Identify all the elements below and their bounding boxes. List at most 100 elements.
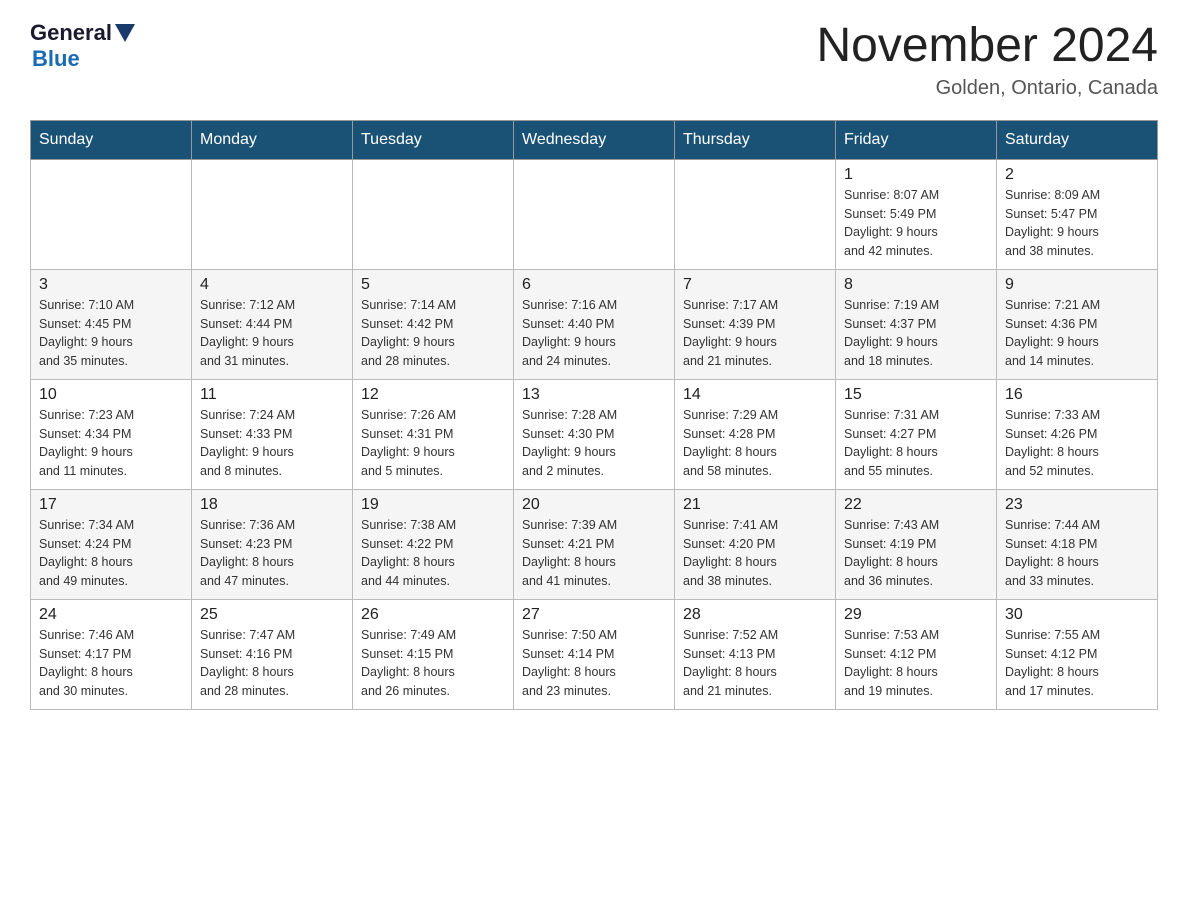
day-number: 1 [844, 166, 988, 184]
logo-general-text: General [30, 20, 112, 46]
day-number: 29 [844, 606, 988, 624]
day-info: Sunrise: 7:47 AMSunset: 4:16 PMDaylight:… [200, 626, 344, 701]
day-info: Sunrise: 7:16 AMSunset: 4:40 PMDaylight:… [522, 296, 666, 371]
calendar-cell: 24Sunrise: 7:46 AMSunset: 4:17 PMDayligh… [31, 599, 192, 709]
day-info: Sunrise: 7:46 AMSunset: 4:17 PMDaylight:… [39, 626, 183, 701]
calendar-cell: 2 Sunrise: 8:09 AMSunset: 5:47 PMDaylight… [997, 159, 1158, 269]
logo-blue-text: Blue [32, 46, 80, 72]
day-number: 9 [1005, 276, 1149, 294]
day-info: Sunrise: 7:31 AMSunset: 4:27 PMDaylight:… [844, 406, 988, 481]
calendar-cell: 10 Sunrise: 7:23 AMSunset: 4:34 PMDayligh… [31, 379, 192, 489]
calendar-cell: 22 Sunrise: 7:43 AMSunset: 4:19 PMDayligh… [836, 489, 997, 599]
calendar-cell [353, 159, 514, 269]
title-area: November 2024 Golden, Ontario, Canada [816, 20, 1158, 100]
day-number: 7 [683, 276, 827, 294]
day-number: 30 [1005, 606, 1149, 624]
calendar-cell [514, 159, 675, 269]
page-header: General Blue November 2024 Golden, Ontar… [30, 20, 1158, 100]
calendar-cell: 17 Sunrise: 7:34 AMSunset: 4:24 PMDayligh… [31, 489, 192, 599]
calendar-week-row: 17 Sunrise: 7:34 AMSunset: 4:24 PMDayligh… [31, 489, 1158, 599]
day-info: Sunrise: 7:34 AMSunset: 4:24 PMDaylight:… [39, 516, 183, 591]
calendar-cell: 13 Sunrise: 7:28 AMSunset: 4:30 PMDayligh… [514, 379, 675, 489]
calendar-cell: 26 Sunrise: 7:49 AMSunset: 4:15 PMDayligh… [353, 599, 514, 709]
column-header-wednesday: Wednesday [514, 120, 675, 159]
column-header-sunday: Sunday [31, 120, 192, 159]
calendar-header-row: SundayMondayTuesdayWednesdayThursdayFrid… [31, 120, 1158, 159]
day-number: 4 [200, 276, 344, 294]
column-header-friday: Friday [836, 120, 997, 159]
day-info: Sunrise: 7:28 AMSunset: 4:30 PMDaylight:… [522, 406, 666, 481]
calendar-cell: 15 Sunrise: 7:31 AMSunset: 4:27 PMDayligh… [836, 379, 997, 489]
day-info: Sunrise: 8:07 AMSunset: 5:49 PMDaylight:… [844, 186, 988, 261]
calendar-cell: 27 Sunrise: 7:50 AMSunset: 4:14 PMDayligh… [514, 599, 675, 709]
day-info: Sunrise: 7:23 AMSunset: 4:34 PMDaylight:… [39, 406, 183, 481]
day-number: 16 [1005, 386, 1149, 404]
day-info: Sunrise: 7:24 AMSunset: 4:33 PMDaylight:… [200, 406, 344, 481]
column-header-tuesday: Tuesday [353, 120, 514, 159]
day-info: Sunrise: 7:21 AMSunset: 4:36 PMDaylight:… [1005, 296, 1149, 371]
day-number: 18 [200, 496, 344, 514]
day-info: Sunrise: 7:50 AMSunset: 4:14 PMDaylight:… [522, 626, 666, 701]
day-info: Sunrise: 7:36 AMSunset: 4:23 PMDaylight:… [200, 516, 344, 591]
day-info: Sunrise: 7:19 AMSunset: 4:37 PMDaylight:… [844, 296, 988, 371]
calendar-cell: 25 Sunrise: 7:47 AMSunset: 4:16 PMDayligh… [192, 599, 353, 709]
day-number: 2 [1005, 166, 1149, 184]
calendar-cell: 5 Sunrise: 7:14 AMSunset: 4:42 PMDaylight… [353, 269, 514, 379]
logo: General Blue [30, 20, 138, 72]
day-number: 25 [200, 606, 344, 624]
day-number: 10 [39, 386, 183, 404]
day-number: 12 [361, 386, 505, 404]
column-header-monday: Monday [192, 120, 353, 159]
day-number: 26 [361, 606, 505, 624]
calendar-cell: 1 Sunrise: 8:07 AMSunset: 5:49 PMDaylight… [836, 159, 997, 269]
day-info: Sunrise: 8:09 AMSunset: 5:47 PMDaylight:… [1005, 186, 1149, 261]
calendar-cell: 23Sunrise: 7:44 AMSunset: 4:18 PMDayligh… [997, 489, 1158, 599]
calendar-cell: 8 Sunrise: 7:19 AMSunset: 4:37 PMDaylight… [836, 269, 997, 379]
calendar-cell: 28Sunrise: 7:52 AMSunset: 4:13 PMDayligh… [675, 599, 836, 709]
calendar-cell: 29 Sunrise: 7:53 AMSunset: 4:12 PMDayligh… [836, 599, 997, 709]
calendar-week-row: 24Sunrise: 7:46 AMSunset: 4:17 PMDayligh… [31, 599, 1158, 709]
day-info: Sunrise: 7:43 AMSunset: 4:19 PMDaylight:… [844, 516, 988, 591]
calendar-cell: 11 Sunrise: 7:24 AMSunset: 4:33 PMDayligh… [192, 379, 353, 489]
calendar-cell: 6 Sunrise: 7:16 AMSunset: 4:40 PMDaylight… [514, 269, 675, 379]
calendar-week-row: 1 Sunrise: 8:07 AMSunset: 5:49 PMDaylight… [31, 159, 1158, 269]
day-info: Sunrise: 7:14 AMSunset: 4:42 PMDaylight:… [361, 296, 505, 371]
calendar-cell: 4Sunrise: 7:12 AMSunset: 4:44 PMDaylight… [192, 269, 353, 379]
calendar-cell: 14 Sunrise: 7:29 AMSunset: 4:28 PMDayligh… [675, 379, 836, 489]
day-number: 3 [39, 276, 183, 294]
day-info: Sunrise: 7:52 AMSunset: 4:13 PMDaylight:… [683, 626, 827, 701]
day-info: Sunrise: 7:53 AMSunset: 4:12 PMDaylight:… [844, 626, 988, 701]
location-title: Golden, Ontario, Canada [816, 77, 1158, 100]
day-number: 27 [522, 606, 666, 624]
calendar-cell: 20Sunrise: 7:39 AMSunset: 4:21 PMDayligh… [514, 489, 675, 599]
day-number: 6 [522, 276, 666, 294]
calendar-cell: 30Sunrise: 7:55 AMSunset: 4:12 PMDayligh… [997, 599, 1158, 709]
day-number: 13 [522, 386, 666, 404]
month-title: November 2024 [816, 20, 1158, 73]
calendar-week-row: 10 Sunrise: 7:23 AMSunset: 4:34 PMDayligh… [31, 379, 1158, 489]
day-info: Sunrise: 7:49 AMSunset: 4:15 PMDaylight:… [361, 626, 505, 701]
day-info: Sunrise: 7:33 AMSunset: 4:26 PMDaylight:… [1005, 406, 1149, 481]
calendar-cell: 16 Sunrise: 7:33 AMSunset: 4:26 PMDayligh… [997, 379, 1158, 489]
day-number: 22 [844, 496, 988, 514]
calendar-cell [675, 159, 836, 269]
day-number: 8 [844, 276, 988, 294]
calendar-cell: 21Sunrise: 7:41 AMSunset: 4:20 PMDayligh… [675, 489, 836, 599]
day-number: 14 [683, 386, 827, 404]
day-number: 15 [844, 386, 988, 404]
day-info: Sunrise: 7:38 AMSunset: 4:22 PMDaylight:… [361, 516, 505, 591]
day-number: 11 [200, 386, 344, 404]
calendar-cell [31, 159, 192, 269]
day-info: Sunrise: 7:39 AMSunset: 4:21 PMDaylight:… [522, 516, 666, 591]
day-info: Sunrise: 7:29 AMSunset: 4:28 PMDaylight:… [683, 406, 827, 481]
day-number: 17 [39, 496, 183, 514]
calendar-cell: 19Sunrise: 7:38 AMSunset: 4:22 PMDayligh… [353, 489, 514, 599]
day-number: 5 [361, 276, 505, 294]
day-info: Sunrise: 7:26 AMSunset: 4:31 PMDaylight:… [361, 406, 505, 481]
calendar-cell [192, 159, 353, 269]
column-header-saturday: Saturday [997, 120, 1158, 159]
calendar-cell: 12 Sunrise: 7:26 AMSunset: 4:31 PMDayligh… [353, 379, 514, 489]
day-info: Sunrise: 7:10 AMSunset: 4:45 PMDaylight:… [39, 296, 183, 371]
day-info: Sunrise: 7:17 AMSunset: 4:39 PMDaylight:… [683, 296, 827, 371]
day-info: Sunrise: 7:41 AMSunset: 4:20 PMDaylight:… [683, 516, 827, 591]
